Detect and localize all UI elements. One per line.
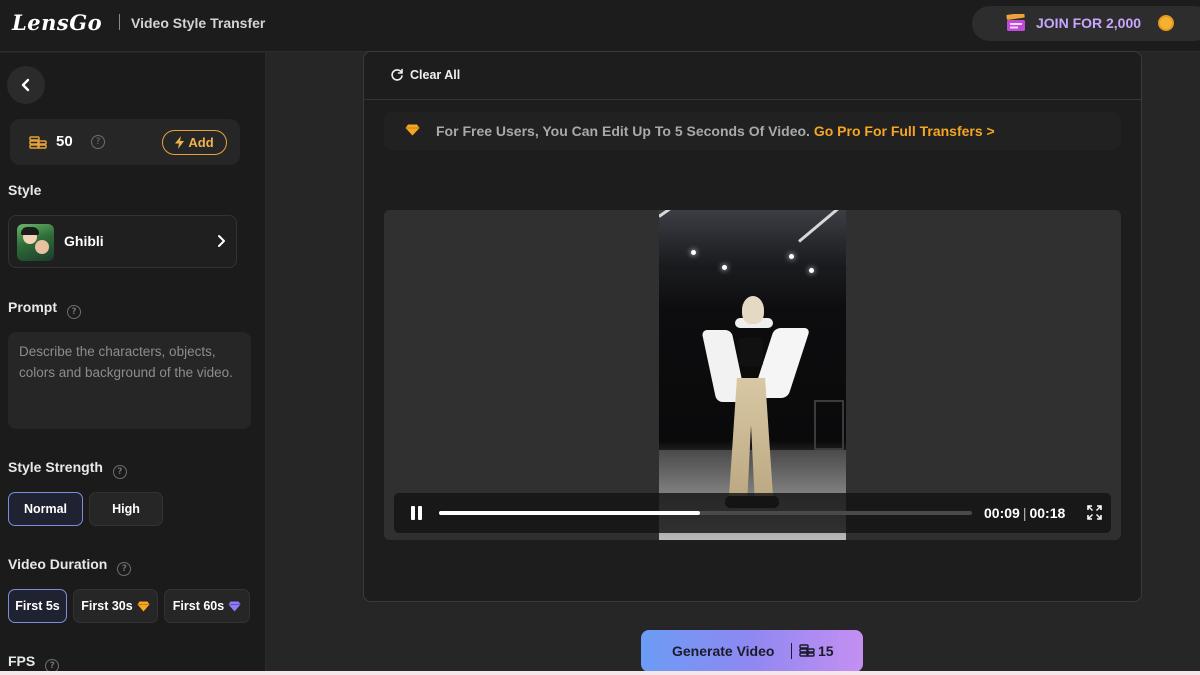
style-label: Style xyxy=(8,182,42,198)
generate-divider xyxy=(791,643,792,659)
current-time: 00:09 xyxy=(984,505,1020,521)
prompt-input[interactable] xyxy=(8,332,251,429)
style-strength-label: Style Strength? xyxy=(8,459,127,479)
pro-diamond-icon xyxy=(137,601,150,611)
duration-30s-button[interactable]: First 30s xyxy=(73,589,158,623)
back-button[interactable] xyxy=(7,66,45,104)
panel-toolbar: Clear All xyxy=(364,52,1141,100)
style-selector[interactable]: Ghibli xyxy=(8,215,237,268)
free-user-notice: For Free Users, You Can Edit Up To 5 Sec… xyxy=(384,112,1121,150)
generate-cost: 15 xyxy=(818,643,834,659)
lightning-icon xyxy=(175,136,185,149)
top-header: LensGo Video Style Transfer JOIN FOR 2,0… xyxy=(0,0,1200,52)
time-display: 00:09 | 00:18 xyxy=(984,505,1065,521)
header-divider xyxy=(119,14,120,30)
video-duration-label: Video Duration? xyxy=(8,556,132,576)
strength-help-icon[interactable]: ? xyxy=(112,465,127,479)
player-controls: 00:09 | 00:18 xyxy=(394,493,1111,533)
video-frame[interactable] xyxy=(659,210,846,540)
duration-help-icon[interactable]: ? xyxy=(117,562,132,576)
progress-fill xyxy=(439,511,701,515)
page-title: Video Style Transfer xyxy=(131,15,266,31)
clear-all-button[interactable]: Clear All xyxy=(390,68,460,82)
style-thumbnail xyxy=(17,224,54,261)
join-button[interactable]: JOIN FOR 2,000 xyxy=(972,6,1200,41)
go-pro-link[interactable]: Go Pro For Full Transfers > xyxy=(814,123,995,139)
join-label: JOIN FOR 2,000 xyxy=(1036,15,1142,31)
premium-diamond-icon xyxy=(228,601,241,611)
chevron-left-icon xyxy=(21,78,30,92)
video-player[interactable]: 00:09 | 00:18 xyxy=(384,210,1121,540)
settings-sidebar: 50 ? Add Style Ghibli Prompt? Style Stre… xyxy=(0,53,266,675)
style-name: Ghibli xyxy=(64,233,104,249)
duration-5s-button[interactable]: First 5s xyxy=(8,589,67,623)
duration-60s-button[interactable]: First 60s xyxy=(164,589,250,623)
fullscreen-icon[interactable] xyxy=(1087,505,1102,520)
notice-text: For Free Users, You Can Edit Up To 5 Sec… xyxy=(436,123,995,139)
strength-high-button[interactable]: High xyxy=(89,492,163,526)
fps-label: FPS? xyxy=(8,653,60,673)
prompt-label: Prompt? xyxy=(8,299,81,319)
preview-panel: Clear All For Free Users, You Can Edit U… xyxy=(363,51,1142,602)
bottom-edge xyxy=(0,671,1200,675)
credit-balance: 50 xyxy=(56,133,73,150)
strength-normal-button[interactable]: Normal xyxy=(8,492,83,526)
app-logo[interactable]: LensGo xyxy=(12,10,102,35)
coins-stack-icon xyxy=(29,136,47,149)
total-time: 00:18 xyxy=(1029,505,1066,521)
time-separator: | xyxy=(1022,505,1027,521)
pause-icon[interactable] xyxy=(411,506,423,520)
add-label: Add xyxy=(188,135,214,150)
credits-help-icon[interactable]: ? xyxy=(91,135,105,149)
prompt-help-icon[interactable]: ? xyxy=(67,305,81,319)
generate-video-button[interactable]: Generate Video 15 xyxy=(641,630,863,672)
credits-panel: 50 ? Add xyxy=(10,119,240,165)
generate-label: Generate Video xyxy=(672,643,775,659)
progress-bar[interactable] xyxy=(439,511,972,515)
chevron-right-icon xyxy=(218,235,225,247)
add-credits-button[interactable]: Add xyxy=(162,130,227,155)
pro-diamond-icon xyxy=(405,124,420,136)
coin-icon xyxy=(1158,15,1174,31)
refresh-icon xyxy=(391,68,403,81)
coins-stack-icon xyxy=(799,644,815,657)
clapperboard-icon xyxy=(1006,14,1025,31)
